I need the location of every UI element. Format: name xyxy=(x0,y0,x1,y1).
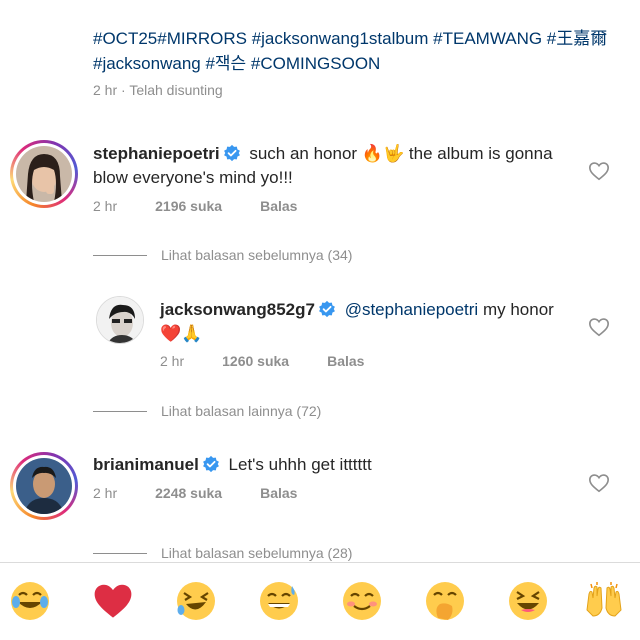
comment-body: Let's uhhh get itttttt xyxy=(228,455,372,474)
emoji-squinting-laugh-button[interactable] xyxy=(504,577,552,625)
smiling-blush-icon xyxy=(343,582,381,620)
comment-text: stephaniepoetri such an honor 🔥🤟 the alb… xyxy=(93,142,583,190)
comment-username[interactable]: stephaniepoetri xyxy=(93,144,220,163)
view-previous-replies[interactable]: Lihat balasan sebelumnya (28) xyxy=(93,545,352,561)
comment-time: 2 hr xyxy=(93,198,118,214)
emoji-raising-hands-button[interactable] xyxy=(580,577,628,625)
comment-meta: 2 hr 2196 suka Balas xyxy=(93,198,335,214)
emoji-rolling-laughing-button[interactable] xyxy=(172,577,220,625)
avatar[interactable] xyxy=(10,452,78,520)
avatar-photo xyxy=(97,297,143,343)
red-heart-icon xyxy=(94,584,132,618)
comment-body: my honor xyxy=(482,300,554,319)
view-previous-replies[interactable]: Lihat balasan sebelumnya (34) xyxy=(93,247,352,263)
mention-link[interactable]: @stephaniepoetri xyxy=(345,300,479,319)
verified-badge-icon xyxy=(319,300,335,318)
avatar[interactable] xyxy=(10,140,78,208)
view-replies-label[interactable]: Lihat balasan sebelumnya (34) xyxy=(161,247,352,263)
reply-button[interactable]: Balas xyxy=(327,353,364,369)
comment-body: such an honor xyxy=(249,144,358,163)
divider-line xyxy=(93,410,147,412)
view-replies-label[interactable]: Lihat balasan lainnya (72) xyxy=(161,403,321,419)
comment-username[interactable]: brianimanuel xyxy=(93,455,199,474)
comment-text: jacksonwang852g7 @stephaniepoetri my hon… xyxy=(160,298,580,346)
comment-emoji: ❤️🙏 xyxy=(160,324,203,343)
emoji-tears-of-joy-button[interactable] xyxy=(6,577,54,625)
reply-button[interactable]: Balas xyxy=(260,198,297,214)
rolling-laughing-icon xyxy=(177,582,215,620)
avatar-photo xyxy=(16,458,72,514)
view-replies-label[interactable]: Lihat balasan sebelumnya (28) xyxy=(161,545,352,561)
avatar[interactable] xyxy=(96,296,144,344)
reply-button[interactable]: Balas xyxy=(260,485,297,501)
tears-of-joy-icon xyxy=(11,582,49,620)
emoji-smiling-blush-button[interactable] xyxy=(338,577,386,625)
emoji-hand-over-mouth-button[interactable] xyxy=(421,577,469,625)
verified-badge-icon xyxy=(223,144,240,162)
squinting-laugh-icon xyxy=(509,582,547,620)
comment-username[interactable]: jacksonwang852g7 xyxy=(160,300,315,319)
comment-text: brianimanuel Let's uhhh get itttttt xyxy=(93,453,583,477)
raising-hands-icon xyxy=(586,582,622,617)
avatar-photo xyxy=(16,146,72,202)
comment-meta: 2 hr 1260 suka Balas xyxy=(160,353,402,369)
post-meta: 2 hr · Telah disunting xyxy=(93,82,223,98)
hand-over-mouth-icon xyxy=(426,582,464,620)
comment-emoji: 🔥🤟 xyxy=(361,144,405,163)
emoji-grinning-sweat-button[interactable] xyxy=(255,577,303,625)
like-heart-icon[interactable] xyxy=(588,316,610,338)
comment-likes[interactable]: 2196 suka xyxy=(155,198,222,214)
like-heart-icon[interactable] xyxy=(588,160,610,182)
emoji-heart-button[interactable] xyxy=(89,577,137,625)
divider-line xyxy=(93,254,147,256)
post-caption-hashtags[interactable]: #OCT25#MIRRORS #jacksonwang1stalbum #TEA… xyxy=(93,26,613,76)
view-more-replies[interactable]: Lihat balasan lainnya (72) xyxy=(93,403,321,419)
comment-likes[interactable]: 2248 suka xyxy=(155,485,222,501)
comment-time: 2 hr xyxy=(160,353,185,369)
comment-meta: 2 hr 2248 suka Balas xyxy=(93,485,335,501)
comment-time: 2 hr xyxy=(93,485,118,501)
verified-badge-icon xyxy=(202,455,219,473)
divider-line xyxy=(93,552,147,554)
comment-likes[interactable]: 1260 suka xyxy=(222,353,289,369)
grinning-sweat-icon xyxy=(260,582,298,620)
emoji-reaction-bar xyxy=(0,562,640,640)
like-heart-icon[interactable] xyxy=(588,472,610,494)
